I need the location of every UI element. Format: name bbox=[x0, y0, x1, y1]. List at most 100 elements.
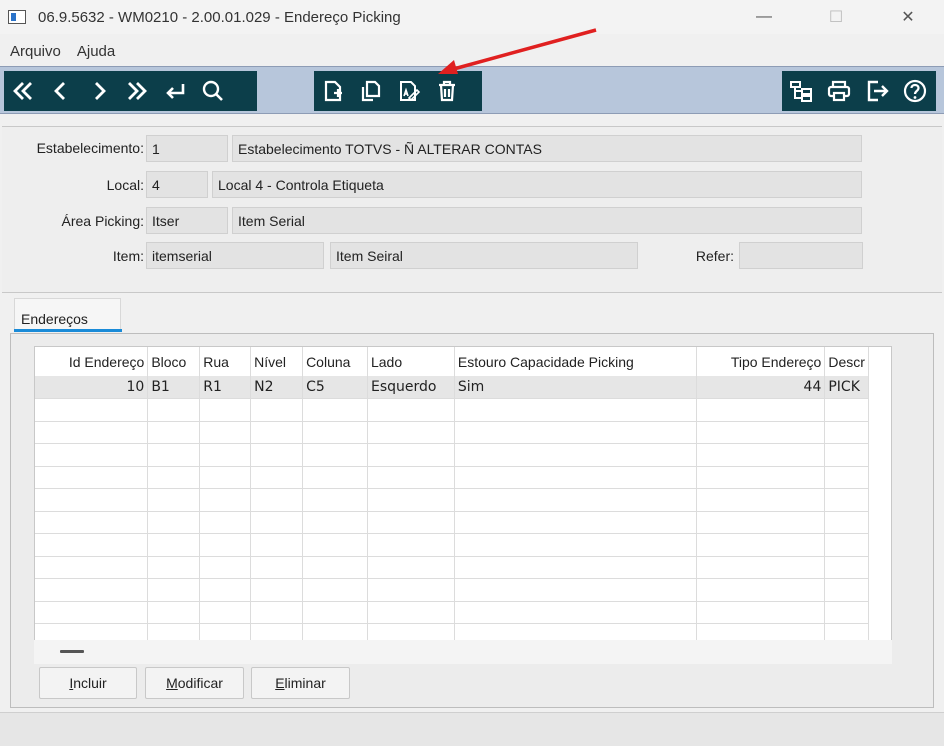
table-cell bbox=[199, 421, 252, 444]
table-cell bbox=[35, 578, 149, 602]
incluir-button[interactable]: Incluir bbox=[39, 667, 137, 699]
empty-table-row[interactable] bbox=[35, 488, 869, 512]
first-record-button[interactable] bbox=[4, 71, 42, 111]
first-icon bbox=[13, 82, 32, 100]
table-cell bbox=[367, 488, 455, 512]
estabelecimento-code-field[interactable]: 1 bbox=[146, 135, 228, 162]
col-header-rua[interactable]: Rua bbox=[199, 347, 252, 376]
table-cell bbox=[250, 533, 304, 557]
table-cell bbox=[302, 466, 368, 489]
table-cell bbox=[302, 398, 368, 422]
refer-field[interactable] bbox=[739, 242, 863, 269]
table-cell bbox=[454, 488, 697, 512]
table-cell bbox=[35, 466, 149, 489]
area-picking-label: Área Picking: bbox=[61, 213, 144, 229]
minimize-button[interactable]: — bbox=[728, 0, 800, 34]
search-button[interactable] bbox=[194, 71, 232, 111]
table-cell bbox=[696, 511, 826, 534]
table-cell: PICK bbox=[824, 376, 869, 399]
table-cell bbox=[696, 421, 826, 444]
header-form: Estabelecimento: 1 Estabelecimento TOTVS… bbox=[2, 126, 942, 293]
item-label: Item: bbox=[112, 248, 144, 264]
empty-table-row[interactable] bbox=[35, 578, 869, 602]
table-cell bbox=[302, 421, 368, 444]
empty-table-row[interactable] bbox=[35, 443, 869, 467]
tab-enderecos[interactable]: Endereços bbox=[14, 298, 121, 332]
goto-button[interactable] bbox=[156, 71, 194, 111]
table-cell bbox=[454, 601, 697, 624]
empty-table-row[interactable] bbox=[35, 421, 869, 444]
empty-table-row[interactable] bbox=[35, 466, 869, 489]
table-cell bbox=[696, 488, 826, 512]
last-record-button[interactable] bbox=[118, 71, 156, 111]
table-cell bbox=[35, 511, 149, 534]
col-header-estouro[interactable]: Estouro Capacidade Picking bbox=[454, 347, 697, 376]
horizontal-scrollbar[interactable] bbox=[60, 650, 84, 653]
col-header-bloco[interactable]: Bloco bbox=[147, 347, 201, 376]
table-cell bbox=[147, 511, 201, 534]
menu-arquivo[interactable]: Arquivo bbox=[10, 43, 61, 60]
table-cell bbox=[696, 533, 826, 557]
enderecos-grid[interactable]: Id Endereço Bloco Rua Nível Coluna Lado … bbox=[34, 346, 892, 664]
close-button[interactable]: ✕ bbox=[872, 0, 944, 34]
modificar-accel: M bbox=[166, 675, 178, 691]
grid-header-row: Id Endereço Bloco Rua Nível Coluna Lado … bbox=[35, 347, 869, 376]
table-cell: N2 bbox=[250, 376, 304, 399]
exit-button[interactable] bbox=[858, 71, 896, 111]
table-cell bbox=[696, 398, 826, 422]
trash-icon bbox=[439, 80, 455, 102]
edit-document-icon bbox=[400, 81, 421, 102]
print-button[interactable] bbox=[820, 71, 858, 111]
table-cell bbox=[302, 601, 368, 624]
empty-table-row[interactable] bbox=[35, 511, 869, 534]
empty-table-row[interactable] bbox=[35, 601, 869, 624]
table-cell bbox=[250, 578, 304, 602]
grid-table: Id Endereço Bloco Rua Nível Coluna Lado … bbox=[35, 347, 869, 647]
edit-button[interactable] bbox=[390, 71, 428, 111]
table-cell bbox=[696, 578, 826, 602]
col-header-lado[interactable]: Lado bbox=[367, 347, 455, 376]
modificar-button[interactable]: Modificar bbox=[145, 667, 244, 699]
col-header-tipo-endereco[interactable]: Tipo Endereço bbox=[696, 347, 826, 376]
col-header-coluna[interactable]: Coluna bbox=[302, 347, 368, 376]
table-cell bbox=[824, 556, 869, 579]
table-cell bbox=[250, 601, 304, 624]
new-button[interactable] bbox=[314, 71, 352, 111]
next-record-button[interactable] bbox=[80, 71, 118, 111]
table-cell bbox=[147, 533, 201, 557]
navigator-button[interactable] bbox=[782, 71, 820, 111]
table-cell bbox=[35, 601, 149, 624]
app-icon bbox=[8, 10, 26, 24]
empty-table-row[interactable] bbox=[35, 533, 869, 557]
area-picking-desc-field: Item Serial bbox=[232, 207, 862, 234]
area-picking-code-field[interactable]: Itser bbox=[146, 207, 228, 234]
table-cell bbox=[147, 466, 201, 489]
table-cell bbox=[824, 398, 869, 422]
table-cell bbox=[696, 556, 826, 579]
item-code-field[interactable]: itemserial bbox=[146, 242, 324, 269]
table-cell bbox=[199, 466, 252, 489]
table-row[interactable]: 10 B1 R1 N2 C5 Esquerdo Sim 44 PICK bbox=[35, 376, 869, 399]
table-cell: R1 bbox=[199, 376, 252, 399]
table-cell bbox=[199, 533, 252, 557]
help-button[interactable] bbox=[896, 71, 934, 111]
menu-ajuda[interactable]: Ajuda bbox=[77, 43, 115, 60]
maximize-button[interactable]: ☐ bbox=[800, 0, 872, 34]
table-cell bbox=[147, 488, 201, 512]
eliminar-button[interactable]: Eliminar bbox=[251, 667, 350, 699]
table-cell bbox=[824, 421, 869, 444]
table-cell bbox=[250, 421, 304, 444]
copy-button[interactable] bbox=[352, 71, 390, 111]
table-cell bbox=[367, 578, 455, 602]
table-cell bbox=[147, 556, 201, 579]
empty-table-row[interactable] bbox=[35, 556, 869, 579]
previous-record-button[interactable] bbox=[42, 71, 80, 111]
col-header-nivel[interactable]: Nível bbox=[250, 347, 304, 376]
table-cell bbox=[250, 511, 304, 534]
table-cell bbox=[199, 511, 252, 534]
local-code-field[interactable]: 4 bbox=[146, 171, 208, 198]
table-cell bbox=[824, 511, 869, 534]
col-header-id-endereco[interactable]: Id Endereço bbox=[35, 347, 149, 376]
col-header-descr[interactable]: Descr bbox=[824, 347, 869, 376]
empty-table-row[interactable] bbox=[35, 398, 869, 422]
